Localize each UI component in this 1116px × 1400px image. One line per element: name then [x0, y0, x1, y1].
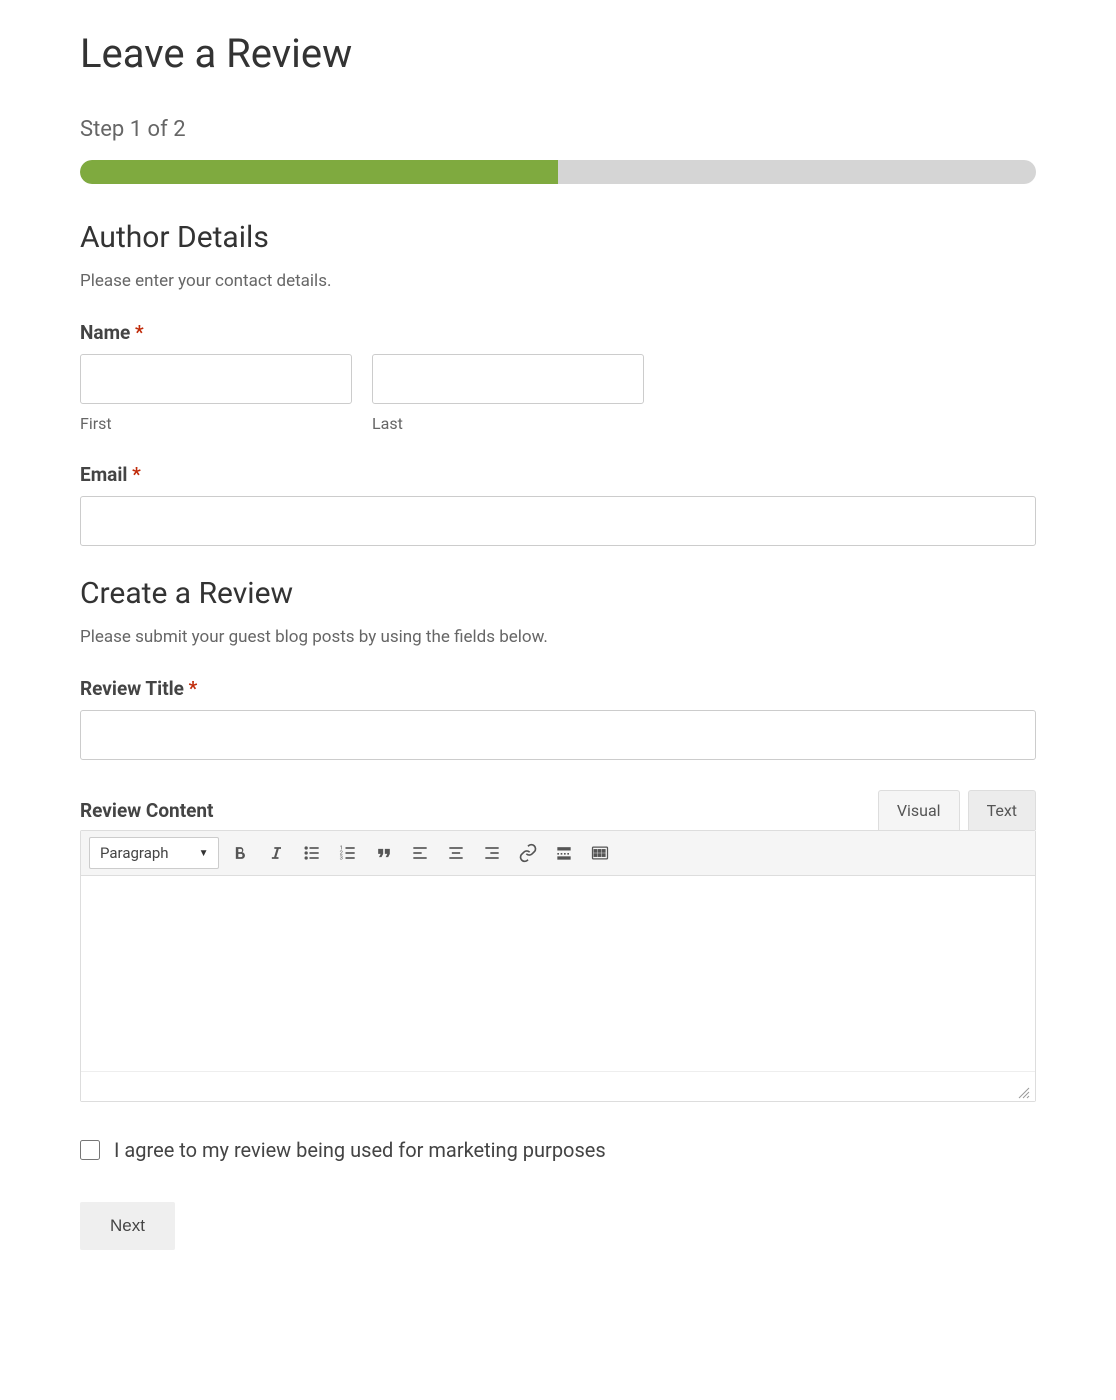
italic-icon[interactable]	[265, 842, 287, 864]
numbered-list-icon[interactable]: 123	[337, 842, 359, 864]
review-content-textarea[interactable]	[81, 876, 1035, 1071]
required-mark: *	[189, 677, 198, 700]
editor-statusbar	[81, 1071, 1035, 1101]
author-details-heading: Author Details	[80, 220, 1036, 255]
blockquote-icon[interactable]	[373, 842, 395, 864]
create-review-description: Please submit your guest blog posts by u…	[80, 627, 1036, 647]
align-center-icon[interactable]	[445, 842, 467, 864]
review-title-input[interactable]	[80, 710, 1036, 760]
required-mark: *	[132, 463, 141, 486]
consent-label: I agree to my review being used for mark…	[114, 1138, 606, 1162]
review-content-label: Review Content	[80, 799, 213, 822]
review-title-label: Review Title *	[80, 677, 1036, 700]
rich-text-editor: Paragraph ▼ 123	[80, 830, 1036, 1102]
align-left-icon[interactable]	[409, 842, 431, 864]
tab-text[interactable]: Text	[968, 790, 1036, 830]
chevron-down-icon: ▼	[199, 848, 209, 859]
first-name-input[interactable]	[80, 354, 352, 404]
create-review-heading: Create a Review	[80, 576, 1036, 611]
email-input[interactable]	[80, 496, 1036, 546]
resize-handle-icon[interactable]	[1017, 1085, 1031, 1099]
next-button[interactable]: Next	[80, 1202, 175, 1250]
author-details-description: Please enter your contact details.	[80, 271, 1036, 291]
required-mark: *	[135, 321, 144, 344]
name-label: Name *	[80, 321, 1036, 344]
align-right-icon[interactable]	[481, 842, 503, 864]
first-name-sublabel: First	[80, 414, 352, 433]
last-name-sublabel: Last	[372, 414, 644, 433]
toolbar-toggle-icon[interactable]	[589, 842, 611, 864]
svg-text:3: 3	[340, 856, 343, 862]
bullet-list-icon[interactable]	[301, 842, 323, 864]
bold-icon[interactable]	[229, 842, 251, 864]
progress-bar	[80, 160, 1036, 184]
read-more-icon[interactable]	[553, 842, 575, 864]
email-label: Email *	[80, 463, 1036, 486]
step-indicator: Step 1 of 2	[80, 117, 1036, 142]
link-icon[interactable]	[517, 842, 539, 864]
consent-checkbox[interactable]	[80, 1140, 100, 1160]
progress-fill	[80, 160, 558, 184]
format-dropdown[interactable]: Paragraph ▼	[89, 837, 219, 869]
page-title: Leave a Review	[80, 30, 1036, 77]
last-name-input[interactable]	[372, 354, 644, 404]
editor-toolbar: Paragraph ▼ 123	[81, 831, 1035, 876]
tab-visual[interactable]: Visual	[878, 790, 960, 830]
